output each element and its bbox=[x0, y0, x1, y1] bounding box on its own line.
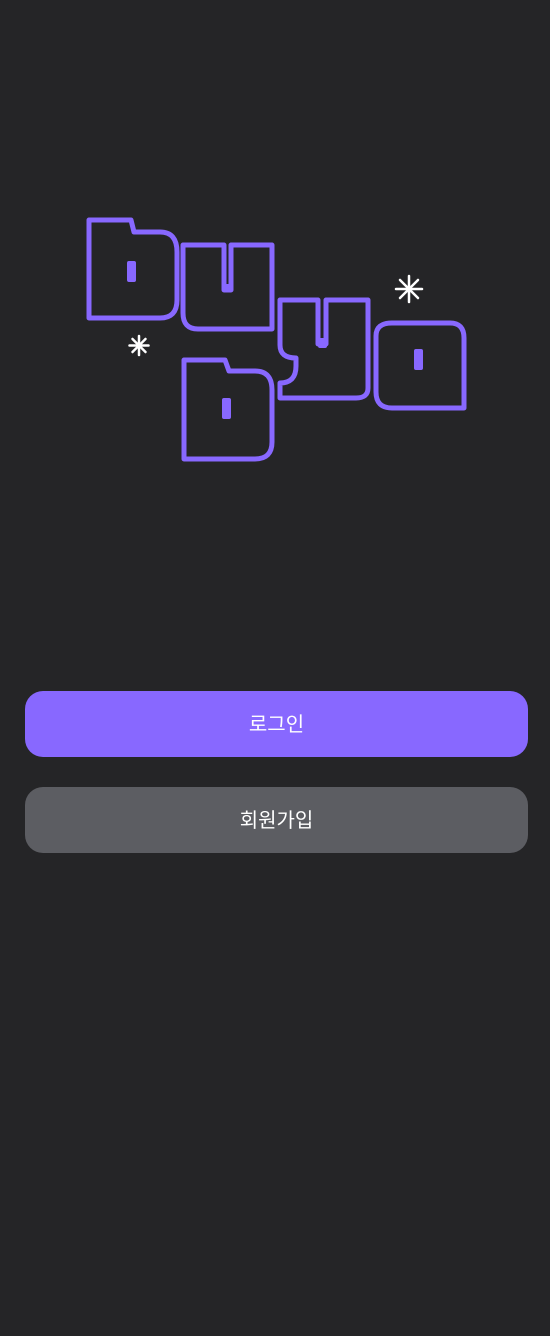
logo-counter-b-bottom bbox=[222, 398, 231, 419]
logo-counter-b-top bbox=[127, 261, 136, 282]
logo-counter-y bbox=[318, 338, 327, 348]
logo-letter-y bbox=[277, 297, 371, 401]
logo-counter-u bbox=[223, 284, 232, 291]
signup-button[interactable]: 회원가입 bbox=[25, 787, 528, 853]
login-button[interactable]: 로그인 bbox=[25, 691, 528, 757]
app-logo bbox=[86, 217, 467, 462]
logo-counter-o bbox=[414, 349, 423, 370]
sparkle-icon-left bbox=[128, 334, 150, 357]
welcome-screen: 로그인 회원가입 bbox=[0, 0, 550, 1336]
sparkle-icon-right bbox=[394, 274, 424, 304]
